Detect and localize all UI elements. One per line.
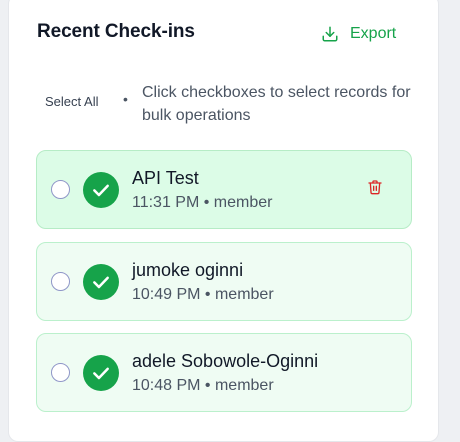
card-title: Recent Check-ins (37, 21, 195, 42)
checkin-item: API Test 11:31 PM • member (36, 150, 412, 229)
select-checkbox[interactable] (51, 180, 70, 199)
select-checkbox[interactable] (51, 363, 70, 382)
select-checkbox[interactable] (51, 272, 70, 291)
trash-icon (367, 178, 383, 201)
checkin-item: adele Sobowole-Oginni 10:48 PM • member (36, 333, 412, 412)
export-button[interactable]: Export (321, 21, 396, 47)
member-name: jumoke oginni (132, 260, 244, 280)
check-circle-icon (83, 355, 119, 391)
download-icon (321, 25, 339, 43)
checkin-meta: 11:31 PM • member (132, 194, 273, 211)
check-circle-icon (83, 172, 119, 208)
checkin-meta: 10:49 PM • member (132, 286, 274, 303)
export-label: Export (350, 25, 397, 42)
separator-bullet: • (123, 91, 128, 107)
bulk-hint-text: Click checkboxes to select records for b… (142, 84, 411, 124)
select-all-button[interactable]: Select All (45, 94, 98, 109)
member-name: adele Sobowole-Oginni (132, 351, 319, 371)
checkin-item: jumoke oginni 10:49 PM • member (36, 242, 412, 321)
delete-button[interactable] (365, 178, 385, 200)
recent-checkins-card: Recent Check-ins Export Select All • Cli… (8, 0, 439, 442)
member-name: API Test (132, 168, 199, 188)
checkin-meta: 10:48 PM • member (132, 377, 274, 394)
check-circle-icon (83, 264, 119, 300)
